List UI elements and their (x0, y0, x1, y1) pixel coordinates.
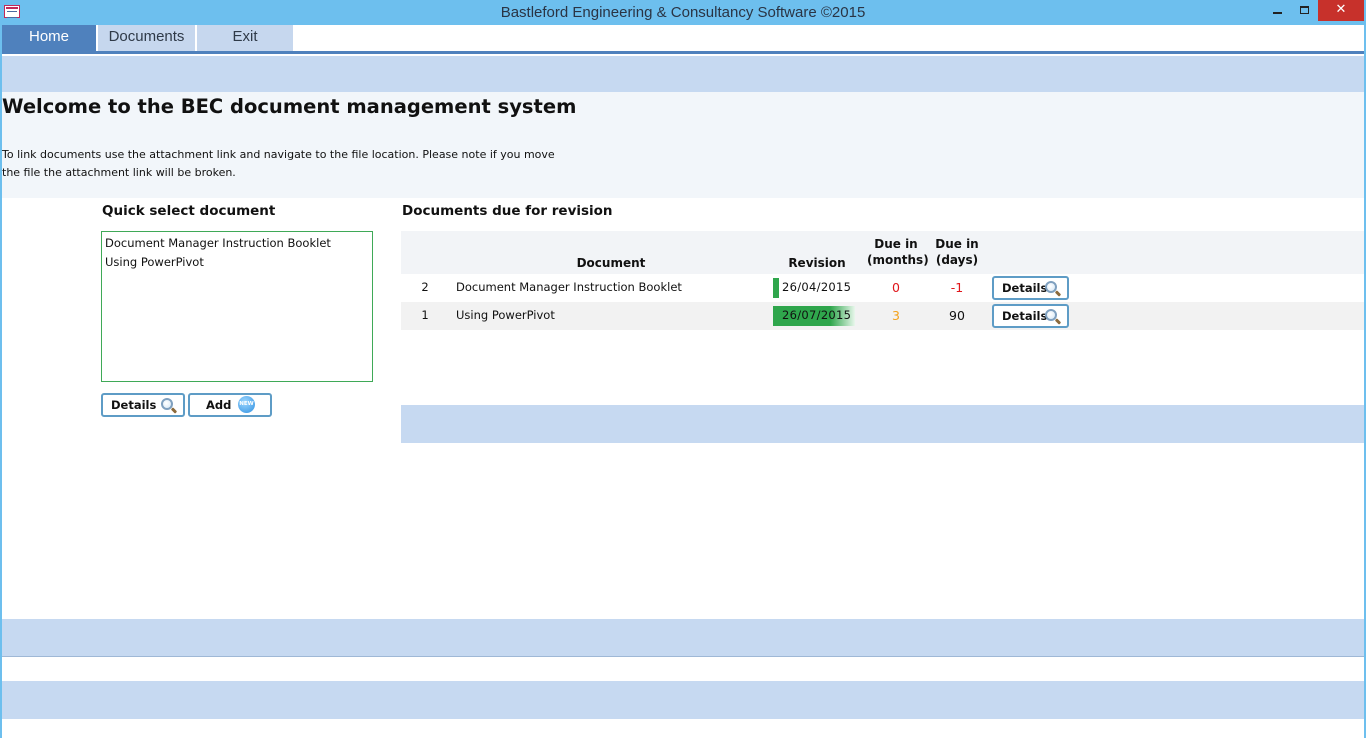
revision-label: Documents due for revision (402, 203, 613, 219)
due-days: 90 (949, 308, 965, 323)
magnifier-icon (1045, 281, 1057, 293)
table-footer-band (401, 405, 1364, 443)
quick-select-details-button[interactable]: Details (101, 393, 185, 417)
footer-band (2, 619, 1364, 657)
tab-exit[interactable]: Exit (197, 25, 293, 51)
row-number: 1 (421, 308, 429, 322)
restore-icon (1299, 5, 1309, 14)
list-item[interactable]: Using PowerPivot (105, 253, 369, 272)
window-title: Bastleford Engineering & Consultancy Sof… (500, 4, 866, 21)
details-button-label: Details (111, 398, 157, 412)
details-button-label: Details (1002, 309, 1048, 323)
row-details-button[interactable]: Details (992, 304, 1069, 328)
restore-button[interactable] (1291, 0, 1317, 21)
table-row: 1 Using PowerPivot 26/07/2015 3 90 Detai… (401, 302, 1364, 330)
footer-band-bottom (2, 681, 1364, 719)
document-name: Using PowerPivot (456, 308, 555, 322)
welcome-text: To link documents use the attachment lin… (2, 148, 555, 179)
due-months: 3 (892, 308, 900, 323)
close-icon: ✕ (1335, 2, 1347, 17)
minimize-button[interactable] (1264, 0, 1290, 21)
new-badge-icon: NEW (238, 396, 255, 413)
close-button[interactable]: ✕ (1318, 0, 1364, 21)
due-days: -1 (950, 280, 964, 295)
column-header-months: Due in (months) (867, 237, 929, 267)
due-months: 0 (892, 280, 900, 295)
revision-date: 26/07/2015 (773, 306, 855, 326)
page-title: Welcome to the BEC document management s… (2, 95, 577, 118)
list-item[interactable]: Document Manager Instruction Booklet (105, 234, 369, 253)
tab-home[interactable]: Home (2, 25, 96, 51)
minimize-icon (1272, 11, 1282, 14)
document-name: Document Manager Instruction Booklet (456, 280, 682, 294)
title-bar: Bastleford Engineering & Consultancy Sof… (0, 0, 1366, 25)
quick-select-label: Quick select document (102, 203, 276, 219)
revision-date-text: 26/07/2015 (782, 308, 852, 322)
row-number: 2 (421, 280, 429, 294)
magnifier-icon (1045, 309, 1057, 321)
tab-documents[interactable]: Documents (98, 25, 195, 51)
revision-date-text: 26/04/2015 (782, 280, 852, 294)
revision-date: 26/04/2015 (773, 278, 855, 298)
revision-table-header: Document Name Revision Date Due in (mont… (401, 231, 1364, 286)
row-details-button[interactable]: Details (992, 276, 1069, 300)
add-document-button[interactable]: Add NEW (188, 393, 272, 417)
magnifier-icon (161, 398, 173, 410)
tab-underline (2, 51, 1364, 54)
details-button-label: Details (1002, 281, 1048, 295)
quick-select-list[interactable]: Document Manager Instruction Booklet Usi… (101, 231, 373, 382)
header-band (2, 56, 1364, 92)
revision-progress-bar (773, 278, 779, 298)
add-button-label: Add (206, 398, 232, 412)
table-row: 2 Document Manager Instruction Booklet 2… (401, 274, 1364, 302)
column-header-days: Due in (days) (935, 237, 979, 267)
tab-bar: Home Documents Exit (2, 25, 1364, 51)
